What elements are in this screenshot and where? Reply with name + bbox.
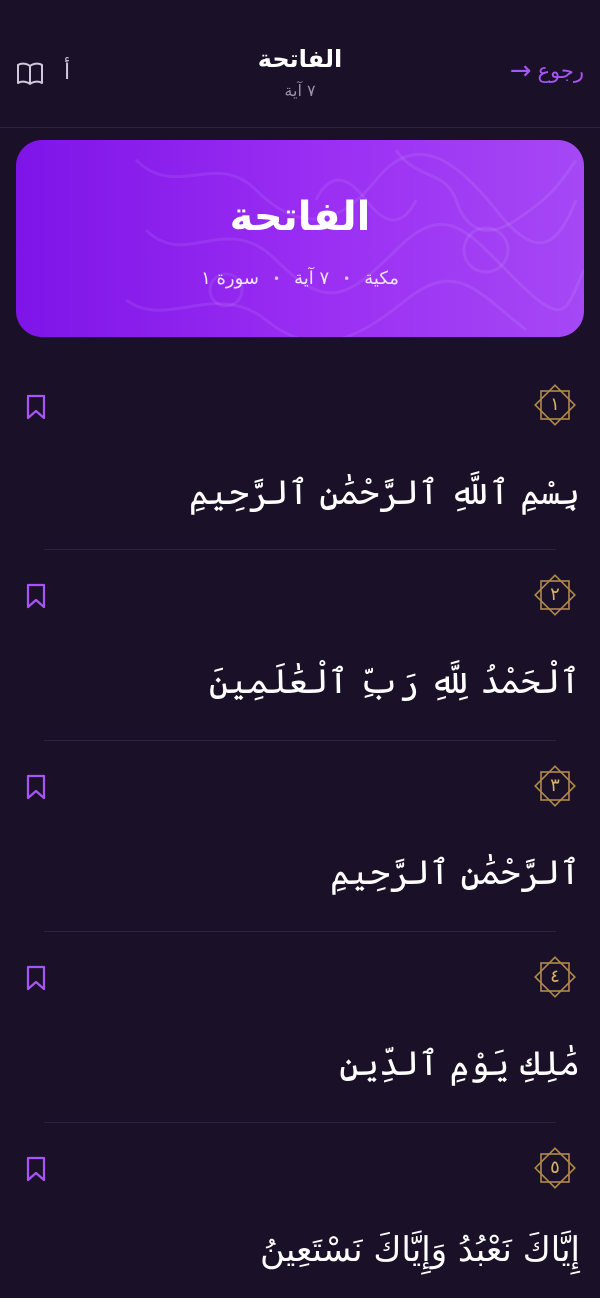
- bookmark-icon[interactable]: [25, 774, 47, 800]
- ayah-number: ٢: [550, 584, 560, 605]
- ayah-number: ٣: [550, 775, 560, 796]
- divider: [44, 1122, 556, 1123]
- book-icon[interactable]: [16, 62, 44, 86]
- ayah-number-badge: ٣: [532, 763, 578, 809]
- divider: [44, 740, 556, 741]
- font-size-button[interactable]: أ: [64, 60, 70, 85]
- verse-text: بِسْمِ ٱللَّهِ ٱلرَّحْمَٰنِ ٱلرَّحِيمِ: [188, 473, 580, 513]
- verse-text: مَٰلِكِ يَوْمِ ٱلدِّينِ: [339, 1044, 580, 1084]
- ayah-count: ٧ آية: [294, 268, 330, 289]
- verse-item: ٤ مَٰلِكِ يَوْمِ ٱلدِّينِ: [0, 951, 600, 1142]
- ayah-number-badge: ٢: [532, 572, 578, 618]
- bookmark-icon[interactable]: [25, 583, 47, 609]
- title-block: الفاتحة ٧ آية: [0, 45, 600, 100]
- surah-meta: مكية • ٧ آية • سورة ١: [16, 268, 584, 289]
- divider: [44, 931, 556, 932]
- revelation-type: مكية: [364, 268, 399, 289]
- verse-text: ٱلْحَمْدُ لِلَّهِ رَبِّ ٱلْعَٰلَمِينَ: [208, 662, 580, 702]
- surah-banner: الفاتحة مكية • ٧ آية • سورة ١: [16, 140, 584, 337]
- bookmark-icon[interactable]: [25, 394, 47, 420]
- divider: [44, 549, 556, 550]
- separator-dot: •: [343, 271, 351, 286]
- surah-number: سورة ١: [201, 268, 260, 289]
- ayah-number: ١: [550, 394, 560, 415]
- separator-dot: •: [273, 271, 281, 286]
- surah-title: الفاتحة: [229, 194, 371, 240]
- ayah-number-badge: ١: [532, 382, 578, 428]
- bookmark-icon[interactable]: [25, 965, 47, 991]
- page-subtitle: ٧ آية: [284, 81, 316, 100]
- ayah-number: ٤: [550, 966, 560, 987]
- ayah-number-badge: ٤: [532, 954, 578, 1000]
- verse-text: إِيَّاكَ نَعْبُدُ وَإِيَّاكَ نَسْتَعِينُ: [260, 1230, 580, 1270]
- top-bar: رجوع → الفاتحة ٧ آية أ: [0, 0, 600, 128]
- verse-item: ٥ إِيَّاكَ نَعْبُدُ وَإِيَّاكَ نَسْتَعِي…: [0, 1142, 600, 1298]
- verse-item: ٣ ٱلرَّحْمَٰنِ ٱلرَّحِيمِ: [0, 760, 600, 951]
- verse-item: ١ بِسْمِ ٱللَّهِ ٱلرَّحْمَٰنِ ٱلرَّحِيمِ: [0, 378, 600, 569]
- verse-text: ٱلرَّحْمَٰنِ ٱلرَّحِيمِ: [330, 853, 580, 893]
- verse-item: ٢ ٱلْحَمْدُ لِلَّهِ رَبِّ ٱلْعَٰلَمِينَ: [0, 569, 600, 760]
- ayah-number: ٥: [550, 1157, 560, 1178]
- page-title: الفاتحة: [257, 45, 343, 73]
- ayah-number-badge: ٥: [532, 1145, 578, 1191]
- bookmark-icon[interactable]: [25, 1156, 47, 1182]
